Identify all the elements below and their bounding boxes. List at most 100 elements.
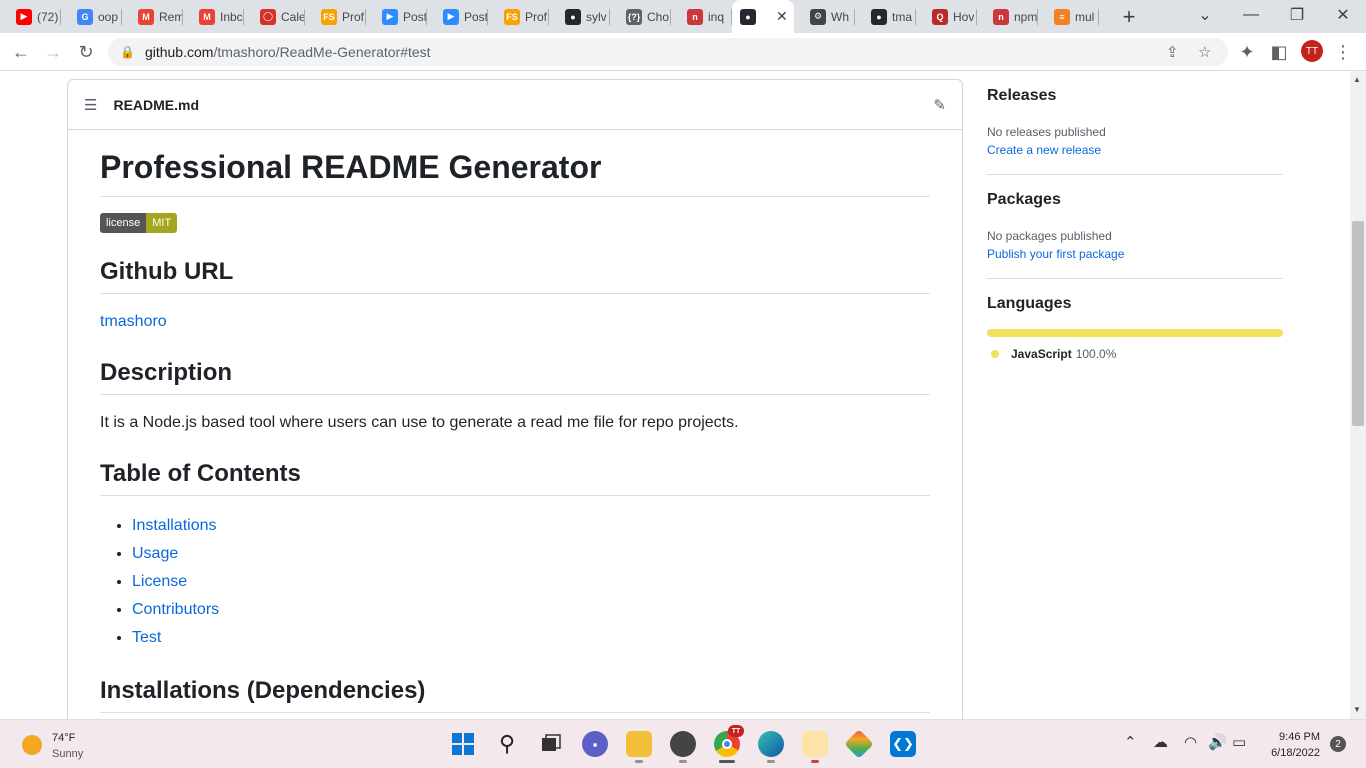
browser-tab[interactable]: n inq [671, 0, 732, 33]
browser-tab[interactable]: ● sylv [549, 0, 610, 33]
teams-chat-icon[interactable]: ▪ [582, 731, 608, 757]
onedrive-cloud-icon[interactable]: ☁ [1153, 733, 1168, 751]
language-item[interactable]: JavaScript 100.0% [987, 347, 1283, 361]
page-scrollbar[interactable]: ▲ ▼ [1350, 71, 1366, 719]
restore-button[interactable]: ❐ [1274, 0, 1320, 30]
gitkraken-icon[interactable] [844, 729, 874, 759]
volume-icon[interactable]: 🔊 [1208, 733, 1227, 751]
wifi-icon[interactable]: ◠ [1184, 733, 1197, 751]
github-desktop-icon[interactable] [670, 731, 696, 763]
start-windows-icon[interactable] [450, 731, 476, 757]
browser-tab[interactable]: ▶ Post [366, 0, 427, 33]
browser-tab[interactable]: ◯ Cale [244, 0, 305, 33]
scroll-up-arrow-icon[interactable]: ▲ [1353, 75, 1361, 84]
weather-widget[interactable]: 74°F Sunny [52, 730, 83, 762]
toc-link-license[interactable]: License [132, 573, 187, 590]
packages-heading[interactable]: Packages [987, 191, 1283, 209]
browser-tab[interactable]: Q Hov [916, 0, 977, 33]
installations-heading: Installations (Dependencies) [100, 676, 930, 714]
tab-title: Post [403, 9, 427, 24]
browser-tab[interactable]: Goop [61, 0, 122, 33]
browser-tab[interactable]: {?} Cho [610, 0, 671, 33]
show-hidden-icons-chevron-icon[interactable]: ⌃ [1124, 733, 1137, 751]
forward-button[interactable]: → [40, 39, 66, 65]
browser-tab[interactable]: ● tma [855, 0, 916, 33]
chrome-taskbar-icon[interactable]: TT [714, 725, 744, 763]
profile-avatar[interactable]: TT [1301, 40, 1323, 62]
stackoverflow-icon: ≡ [1054, 8, 1070, 25]
clock[interactable]: 9:46 PM 6/18/2022 [1262, 729, 1320, 761]
edge-browser-icon[interactable] [758, 731, 784, 763]
zoom-icon: ▶ [382, 8, 398, 25]
weather-sun-icon[interactable] [22, 735, 42, 755]
license-badge[interactable]: license MIT [100, 213, 178, 234]
notification-badge[interactable]: 2 [1330, 736, 1346, 752]
back-button[interactable]: ← [8, 39, 34, 65]
toc-link-usage[interactable]: Usage [132, 545, 178, 562]
tab-title: sylv [586, 9, 607, 24]
tab-title: Prof [525, 9, 548, 24]
share-icon[interactable]: ⇪ [1166, 43, 1179, 61]
tab-title: Post [464, 9, 488, 24]
toc-link-installations[interactable]: Installations [132, 517, 217, 534]
extensions-puzzle-icon[interactable]: ✦ [1234, 39, 1260, 65]
browser-tab[interactable]: ● ✕ [732, 0, 794, 33]
browser-tab[interactable]: ⚙ Wh [794, 0, 855, 33]
toc-link-test[interactable]: Test [132, 629, 161, 646]
youtube-icon: ▶ [16, 8, 32, 25]
readme-header: ☰ README.md ✎ [68, 80, 962, 130]
gmail-icon: M [138, 8, 154, 25]
github-profile-link[interactable]: tmashoro [100, 313, 167, 330]
close-window-button[interactable]: ✕ [1320, 0, 1366, 30]
browser-tab[interactable]: n npm [977, 0, 1038, 33]
url-path: /tmashoro/ReadMe-Generator#test [213, 44, 431, 60]
scrollbar-thumb[interactable] [1352, 221, 1364, 426]
vscode-icon[interactable]: ❮❯ [890, 731, 916, 757]
file-explorer-icon[interactable] [626, 731, 652, 763]
file-manager-icon[interactable] [802, 731, 828, 763]
releases-heading[interactable]: Releases [987, 87, 1283, 105]
browser-tab[interactable]: FS Prof [305, 0, 366, 33]
minimize-button[interactable]: — [1228, 0, 1274, 30]
badge-value: MIT [146, 213, 178, 234]
close-tab-icon[interactable]: ✕ [776, 8, 788, 25]
new-tab-button[interactable]: + [1113, 4, 1145, 30]
calendar-icon: ◯ [260, 8, 276, 25]
repo-sidebar: Releases No releases published Create a … [987, 71, 1283, 376]
chrome-menu-icon[interactable]: ⋮ [1330, 39, 1356, 65]
url-host: github.com [144, 44, 214, 60]
reload-button[interactable]: ↻ [73, 39, 99, 65]
outline-list-icon[interactable]: ☰ [84, 96, 97, 114]
tab-strip: ▶ (72) Goop M Rem M Inbc ◯ Cale FS Prof ▶ Post ▶ Post F… [0, 0, 1366, 33]
code-icon: {?} [626, 8, 642, 25]
battery-icon[interactable]: ▭ [1232, 733, 1246, 751]
readme-filename[interactable]: README.md [113, 97, 199, 113]
publish-package-link[interactable]: Publish your first package [987, 247, 1124, 261]
browser-tab[interactable]: M Inbc [183, 0, 244, 33]
edit-pencil-icon[interactable]: ✎ [933, 96, 946, 114]
tab-title: Prof [342, 9, 365, 24]
browser-tab[interactable]: ▶ (72) [0, 0, 61, 33]
tab-search-chevron-icon[interactable]: ⌄ [1182, 0, 1228, 30]
tab-title: Rem [159, 9, 183, 24]
weather-text: Sunny [52, 748, 84, 760]
task-view-icon[interactable] [538, 731, 564, 757]
bookmark-star-icon[interactable]: ☆ [1198, 43, 1211, 61]
toc-link-contributors[interactable]: Contributors [132, 601, 219, 618]
npm-icon: n [993, 8, 1009, 25]
create-release-link[interactable]: Create a new release [987, 143, 1101, 157]
address-bar[interactable]: 🔒 github.com/tmashoro/ReadMe-Generator#t… [108, 38, 1228, 66]
browser-tab[interactable]: ≡ mul [1038, 0, 1099, 33]
browser-tab[interactable]: M Rem [122, 0, 183, 33]
browser-tab[interactable]: ▶ Post [427, 0, 488, 33]
side-panel-icon[interactable]: ◧ [1266, 39, 1292, 65]
scroll-down-arrow-icon[interactable]: ▼ [1353, 705, 1361, 714]
description-heading: Description [100, 358, 930, 396]
readme-body: Professional README Generator license MI… [68, 148, 962, 714]
tab-title: Hov [953, 9, 975, 24]
fs-icon: FS [321, 8, 337, 25]
search-icon[interactable]: ⚲ [494, 731, 520, 757]
browser-tab[interactable]: FS Prof [488, 0, 549, 33]
clock-time: 9:46 PM [1279, 731, 1320, 743]
releases-empty-text: No releases published [987, 125, 1106, 139]
